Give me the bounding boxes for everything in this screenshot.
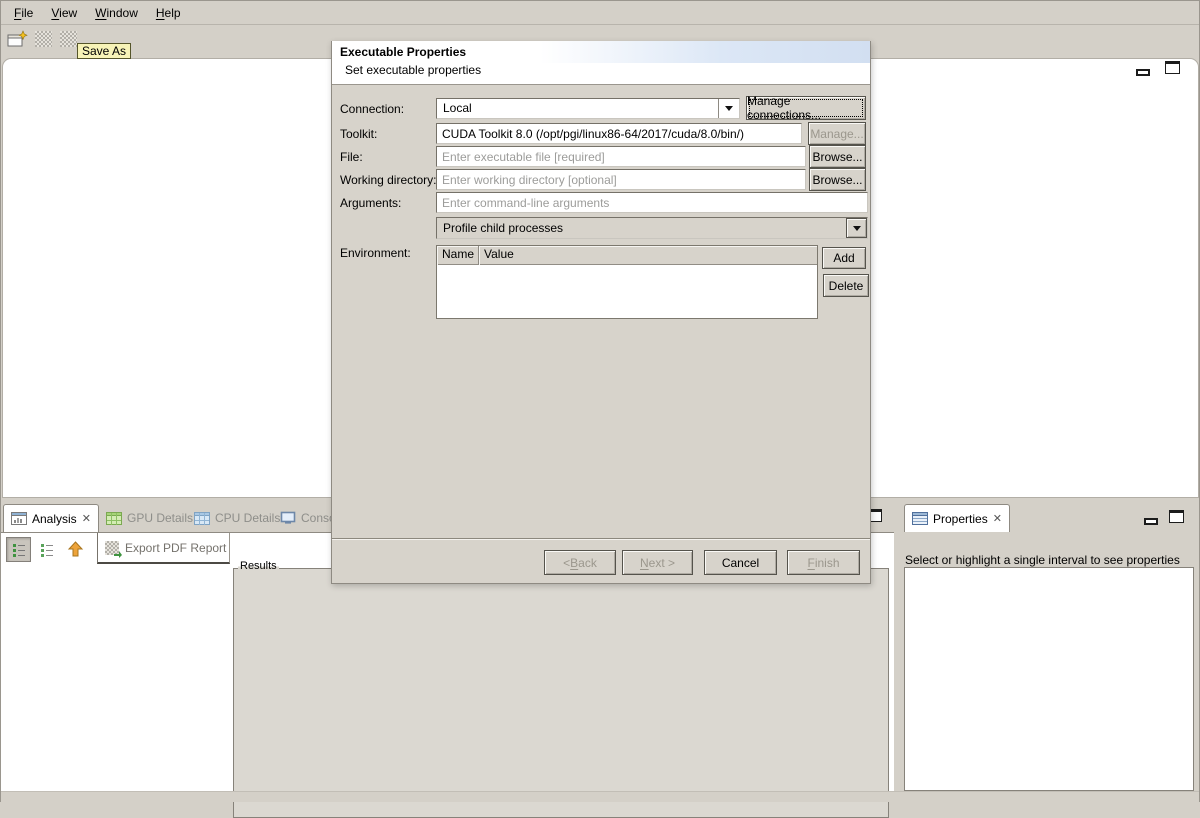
profile-mode-combo-arrow-icon[interactable] — [846, 218, 867, 238]
manage-connections-button[interactable]: Manage connections... — [746, 96, 866, 120]
connection-label: Connection: — [340, 102, 404, 116]
tab-gpu-details[interactable]: GPU Details — [99, 504, 200, 532]
app-window: File View Window Help Save As — [0, 0, 1200, 802]
next-button[interactable]: Next > — [622, 550, 693, 575]
menu-file[interactable]: File — [5, 3, 42, 23]
maximize-icon[interactable] — [1165, 61, 1180, 77]
console-icon — [280, 511, 296, 525]
save-as-tooltip: Save As — [77, 43, 131, 59]
arguments-input[interactable] — [436, 192, 868, 213]
menu-window[interactable]: Window — [86, 3, 147, 23]
environment-table: Name Value — [436, 245, 818, 319]
env-column-name[interactable]: Name — [437, 246, 479, 265]
tab-properties-label: Properties — [933, 512, 988, 526]
working-directory-label: Working directory: — [340, 173, 436, 187]
properties-message: Select or highlight a single interval to… — [905, 553, 1180, 567]
save-as-icon — [60, 31, 77, 47]
up-arrow-icon — [67, 541, 84, 558]
results-legend: Results — [238, 560, 279, 572]
dialog-subtitle: Set executable properties — [345, 63, 481, 77]
save-button[interactable] — [33, 30, 55, 50]
dialog-banner — [540, 41, 870, 63]
analysis-list-view-button[interactable] — [6, 537, 31, 562]
connection-combo[interactable]: Local — [436, 98, 740, 119]
export-pdf-report-button[interactable]: Export PDF Report — [97, 533, 230, 564]
new-session-icon — [7, 30, 29, 50]
browse-file-button[interactable]: Browse... — [809, 145, 866, 168]
file-input[interactable] — [436, 146, 806, 167]
tab-analysis-label: Analysis — [32, 512, 77, 526]
properties-maximize-icon[interactable] — [1169, 510, 1184, 526]
minimize-icon[interactable] — [1136, 65, 1150, 79]
gpu-details-icon — [106, 512, 122, 525]
menu-view[interactable]: View — [42, 3, 86, 23]
list-view-icon — [11, 542, 27, 558]
cpu-details-icon — [194, 512, 210, 525]
back-button[interactable]: < Back — [544, 550, 616, 575]
profile-mode-value: Profile child processes — [437, 218, 846, 238]
working-directory-input[interactable] — [436, 169, 806, 190]
environment-label: Environment: — [340, 246, 411, 260]
delete-env-button[interactable]: Delete — [823, 274, 869, 297]
results-group: Results — [233, 568, 889, 818]
toolkit-label: Toolkit: — [340, 127, 377, 141]
cancel-button[interactable]: Cancel — [704, 550, 777, 575]
export-pdf-label: Export PDF Report — [125, 541, 226, 555]
properties-tabbar: Properties ✕ — [901, 504, 1198, 532]
browse-workdir-button[interactable]: Browse... — [809, 168, 866, 191]
properties-panel: Properties ✕ Select or highlight a singl… — [901, 504, 1198, 791]
save-icon — [35, 31, 52, 47]
file-label: File: — [340, 150, 363, 164]
properties-icon — [912, 512, 928, 525]
guided-view-icon — [39, 542, 55, 558]
dialog-separator — [332, 538, 870, 540]
profile-mode-combo[interactable]: Profile child processes — [436, 217, 868, 239]
analysis-guided-view-button[interactable] — [34, 537, 59, 562]
finish-button[interactable]: Finish — [787, 550, 860, 575]
analysis-up-button[interactable] — [63, 537, 88, 562]
menu-bar: File View Window Help — [1, 1, 1199, 25]
new-session-button[interactable] — [7, 30, 29, 50]
tab-gpu-details-label: GPU Details — [127, 511, 193, 525]
tab-cpu-details-label: CPU Details — [215, 511, 280, 525]
toolkit-input[interactable] — [436, 123, 802, 144]
export-pdf-icon — [105, 541, 119, 555]
tab-properties-close-icon[interactable]: ✕ — [993, 514, 1002, 524]
manage-toolkit-button[interactable]: Manage... — [808, 122, 866, 145]
analysis-icon — [11, 512, 27, 525]
menu-help[interactable]: Help — [147, 3, 190, 23]
properties-content-box — [904, 567, 1194, 791]
connection-combo-arrow-icon[interactable] — [718, 99, 739, 118]
dialog-title: Executable Properties — [340, 45, 466, 59]
arguments-label: Arguments: — [340, 196, 401, 210]
status-bar — [1, 791, 1199, 802]
tab-analysis[interactable]: Analysis ✕ — [3, 504, 99, 532]
env-column-value[interactable]: Value — [479, 246, 817, 265]
tab-properties[interactable]: Properties ✕ — [904, 504, 1010, 532]
properties-minimize-icon[interactable] — [1144, 514, 1158, 528]
tab-analysis-close-icon[interactable]: ✕ — [82, 514, 91, 524]
add-env-button[interactable]: Add — [822, 247, 866, 269]
executable-properties-dialog: Executable Properties Set executable pro… — [331, 41, 871, 584]
connection-value: Local — [437, 99, 718, 118]
environment-table-header: Name Value — [437, 246, 817, 265]
dialog-header: Executable Properties Set executable pro… — [332, 41, 870, 85]
